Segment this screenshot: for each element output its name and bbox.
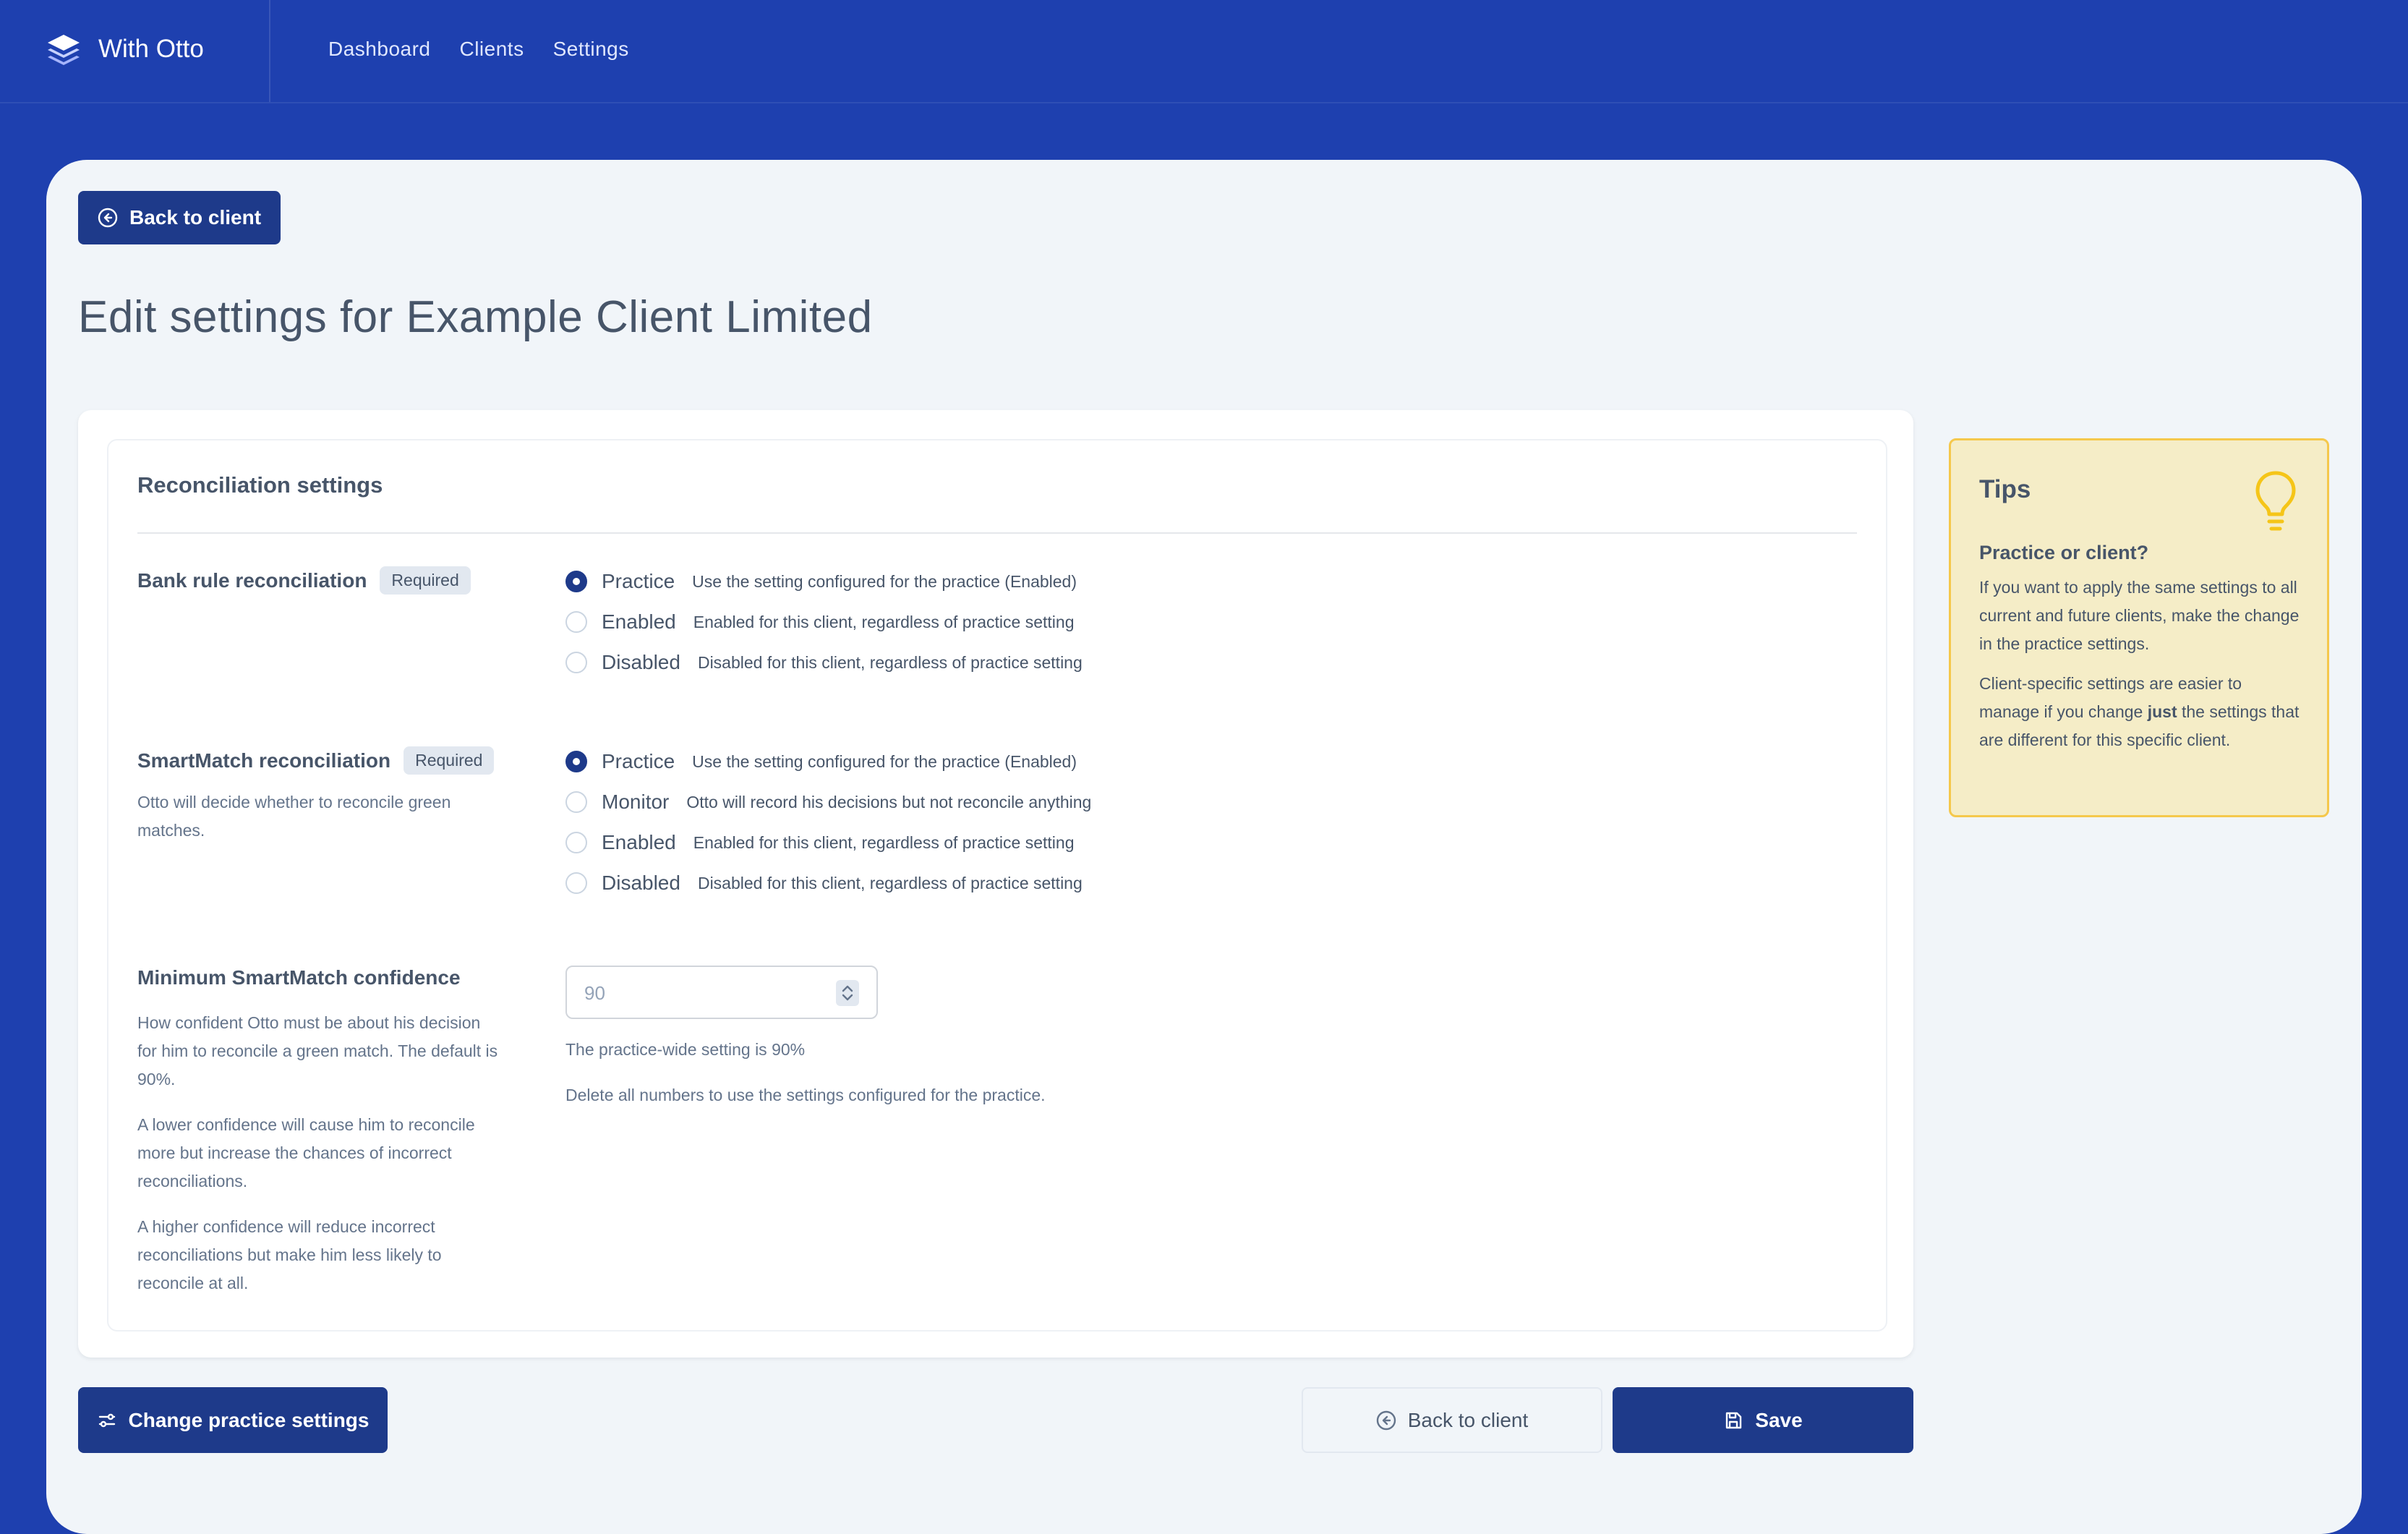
chevron-up-down-icon xyxy=(842,985,853,1001)
sliders-icon xyxy=(98,1413,115,1427)
save-button[interactable]: Save xyxy=(1613,1387,1913,1453)
nav-settings[interactable]: Settings xyxy=(553,38,629,61)
bank-rule-option-disabled[interactable]: Disabled Disabled for this client, regar… xyxy=(565,648,1083,677)
nav-clients[interactable]: Clients xyxy=(459,38,524,61)
stack-layers-icon xyxy=(48,35,80,65)
main-panel: Back to client Edit settings for Example… xyxy=(46,160,2362,1534)
arrow-left-circle-icon xyxy=(98,208,118,228)
smartmatch-label: SmartMatch reconciliation Required xyxy=(137,746,495,775)
option-label: Monitor xyxy=(602,791,670,813)
page-title: Edit settings for Example Client Limited xyxy=(78,292,873,342)
app-name: With Otto xyxy=(98,35,204,63)
radio-button[interactable] xyxy=(565,791,587,813)
tips-paragraph-1: If you want to apply the same settings t… xyxy=(1979,578,2300,653)
tips-panel: Tips Practice or client? If you want to … xyxy=(1949,438,2329,817)
back-to-client-label: Back to client xyxy=(129,206,262,229)
confidence-desc-2: A lower confidence will cause him to rec… xyxy=(137,1115,475,1190)
change-practice-settings-label: Change practice settings xyxy=(128,1408,370,1431)
tips-body: If you want to apply the same settings t… xyxy=(1979,574,2305,766)
settings-card: Reconciliation settings Bank rule reconc… xyxy=(78,410,1913,1358)
confidence-input-placeholder: 90 xyxy=(584,982,605,1004)
option-help: Otto will record his decisions but not r… xyxy=(686,792,1092,811)
radio-button[interactable] xyxy=(565,611,587,633)
smartmatch-title: SmartMatch reconciliation xyxy=(137,749,391,772)
option-label: Practice xyxy=(602,570,675,592)
bank-rule-option-practice[interactable]: Practice Use the setting configured for … xyxy=(565,567,1077,596)
brand[interactable]: With Otto xyxy=(0,0,270,102)
bank-rule-option-enabled[interactable]: Enabled Enabled for this client, regardl… xyxy=(565,608,1075,636)
required-badge: Required xyxy=(380,566,471,595)
change-practice-settings-button[interactable]: Change practice settings xyxy=(78,1387,388,1453)
smartmatch-description-text: Otto will decide whether to reconcile gr… xyxy=(137,793,451,840)
option-help: Use the setting configured for the pract… xyxy=(692,751,1077,771)
confidence-label: Minimum SmartMatch confidence xyxy=(137,966,461,989)
smartmatch-option-practice[interactable]: Practice Use the setting configured for … xyxy=(565,747,1077,776)
arrow-left-circle-icon xyxy=(1376,1410,1396,1430)
nav-dashboard[interactable]: Dashboard xyxy=(328,38,430,61)
option-label: Disabled xyxy=(602,872,680,894)
tips-title: Tips xyxy=(1979,475,2031,503)
option-help: Enabled for this client, regardless of p… xyxy=(693,612,1075,631)
lightbulb-icon xyxy=(2255,471,2296,531)
floppy-disk-icon xyxy=(1726,1412,1742,1428)
bank-rule-title: Bank rule reconciliation xyxy=(137,568,367,592)
tips-emphasis: just xyxy=(2147,702,2177,721)
radio-button[interactable] xyxy=(565,832,587,853)
radio-button[interactable] xyxy=(565,872,587,894)
tips-subtitle: Practice or client? xyxy=(1979,542,2149,563)
option-label: Disabled xyxy=(602,651,680,673)
top-navbar: With Otto Dashboard Clients Settings xyxy=(0,0,2408,103)
smartmatch-option-monitor[interactable]: Monitor Otto will record his decisions b… xyxy=(565,788,1091,817)
option-help: Enabled for this client, regardless of p… xyxy=(693,832,1075,852)
radio-button[interactable] xyxy=(565,571,587,592)
required-badge: Required xyxy=(404,746,495,775)
radio-button[interactable] xyxy=(565,751,587,772)
confidence-desc-3: A higher confidence will reduce incorrec… xyxy=(137,1217,442,1292)
section-divider xyxy=(137,532,1857,534)
smartmatch-option-disabled[interactable]: Disabled Disabled for this client, regar… xyxy=(565,869,1083,898)
back-to-client-footer-label: Back to client xyxy=(1407,1408,1529,1431)
section-title: Reconciliation settings xyxy=(137,472,383,498)
back-to-client-footer-button[interactable]: Back to client xyxy=(1302,1387,1602,1453)
bank-rule-label: Bank rule reconciliation Required xyxy=(137,566,471,595)
option-label: Enabled xyxy=(602,610,676,633)
confidence-input[interactable]: 90 xyxy=(565,966,878,1019)
radio-button[interactable] xyxy=(565,652,587,673)
number-stepper[interactable] xyxy=(836,980,859,1006)
smartmatch-description: Otto will decide whether to reconcile gr… xyxy=(137,788,499,862)
main-nav: Dashboard Clients Settings xyxy=(328,38,629,61)
tips-paragraph-2: Client-specific settings are easier to m… xyxy=(1979,670,2305,754)
practice-wide-hint: The practice-wide setting is 90% xyxy=(565,1040,806,1059)
save-label: Save xyxy=(1755,1408,1803,1431)
confidence-description: How confident Otto must be about his dec… xyxy=(137,1009,499,1315)
option-help: Disabled for this client, regardless of … xyxy=(697,873,1083,892)
back-to-client-button[interactable]: Back to client xyxy=(78,191,281,244)
settings-card-inner: Reconciliation settings Bank rule reconc… xyxy=(107,439,1887,1331)
option-label: Enabled xyxy=(602,831,676,853)
confidence-title: Minimum SmartMatch confidence xyxy=(137,966,461,989)
smartmatch-option-enabled[interactable]: Enabled Enabled for this client, regardl… xyxy=(565,828,1075,857)
option-label: Practice xyxy=(602,750,675,772)
option-help: Use the setting configured for the pract… xyxy=(692,571,1077,591)
confidence-desc-1: How confident Otto must be about his dec… xyxy=(137,1013,498,1088)
delete-numbers-hint: Delete all numbers to use the settings c… xyxy=(565,1086,1046,1104)
option-help: Disabled for this client, regardless of … xyxy=(697,652,1083,672)
